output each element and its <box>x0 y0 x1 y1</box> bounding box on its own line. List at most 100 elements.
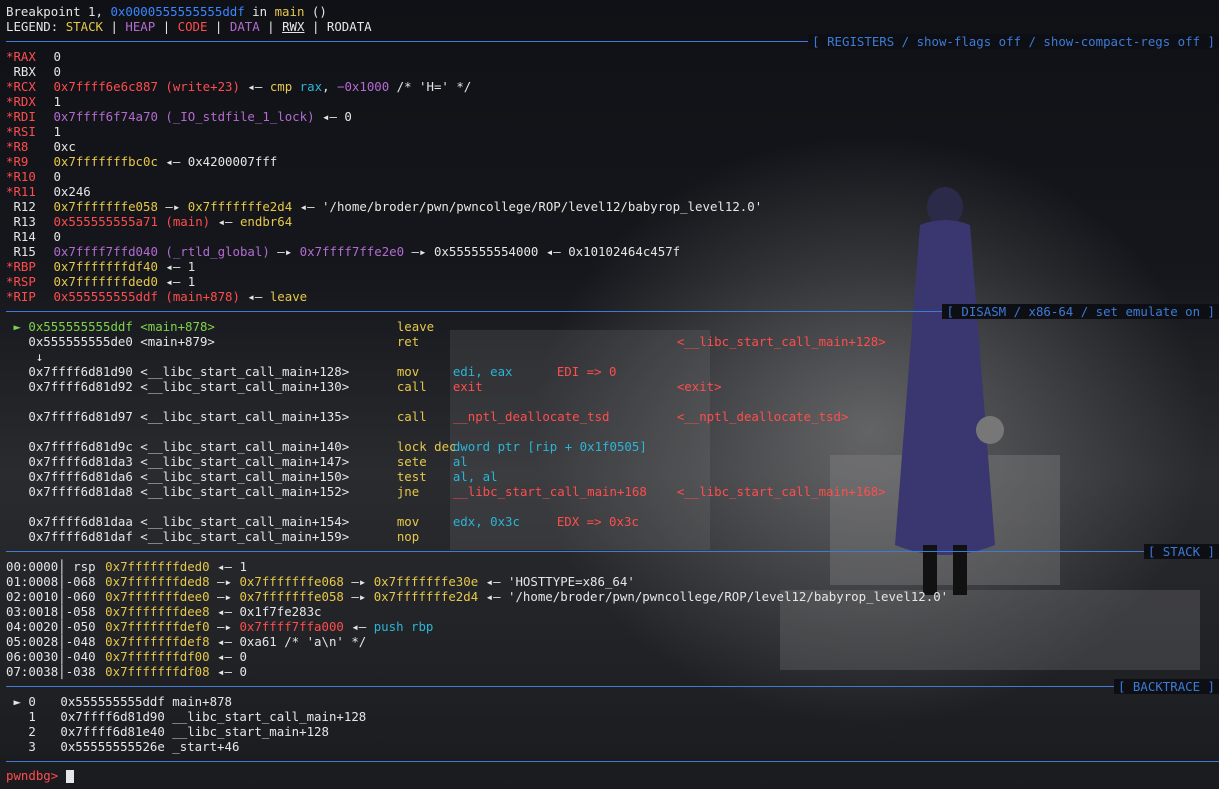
disasm-address: 0x7ffff6d81d92 <box>28 379 133 394</box>
register-name: RDI <box>13 109 36 124</box>
stack-offset: -050 <box>65 619 96 634</box>
deref-arrow: —▸ <box>209 619 240 634</box>
backtrace-section-header: [ BACKTRACE ] <box>1114 679 1219 694</box>
register-row-r12: R12 0x7fffffffe058 —▸ 0x7fffffffe2d4 ◂— '… <box>6 199 762 214</box>
deref-arrow: ◂— <box>292 199 323 214</box>
legend-heap: HEAP <box>125 19 156 34</box>
changed-marker: * <box>6 259 14 274</box>
disasm-gutter <box>6 409 28 424</box>
register-value: 0xc <box>53 139 76 154</box>
stack-divider: │ <box>58 619 66 634</box>
frame-symbol: _start+46 <box>172 739 240 754</box>
disasm-operands: dword ptr [rip + 0x1f0505] <box>452 439 647 454</box>
deref-arrow: ◂— <box>210 214 240 229</box>
changed-marker: * <box>6 289 14 304</box>
disasm-gutter <box>6 484 28 499</box>
register-row-r13: R13 0x555555555a71 (main) ◂— endbr64 <box>6 214 292 229</box>
disasm-address: 0x7ffff6d81d9c <box>28 439 133 454</box>
frame-number: 0 <box>28 694 36 709</box>
register-name: RSP <box>13 274 36 289</box>
frame-address: 0x7ffff6d81e40 <box>60 724 165 739</box>
disasm-annotation: <__nptl_deallocate_tsd> <box>676 409 849 424</box>
disasm-symbol: <__libc_start_call_main+152> <box>132 484 350 499</box>
register-name: R14 <box>13 229 36 244</box>
disasm-row: ► 0x555555555ddf <main+878> leave <box>6 319 453 334</box>
register-name: RBP <box>13 259 36 274</box>
deref-arrow: —▸ <box>157 199 188 214</box>
disasm-mnemonic: mov <box>396 514 420 529</box>
stack-index: 01:0008 <box>6 574 59 589</box>
command-prompt-line[interactable]: pwndbg> <box>6 768 74 783</box>
changed-marker: * <box>6 184 14 199</box>
disasm-annotation: <__libc_start_call_main+128> <box>676 334 886 349</box>
changed-marker: * <box>6 109 14 124</box>
disasm-symbol: <__libc_start_call_main+159> <box>132 529 350 544</box>
deref-arrow: —▸ <box>343 574 374 589</box>
stack-section-header: [ STACK ] <box>1143 544 1219 559</box>
stack-address: 0x7fffffffdee8 <box>105 604 210 619</box>
frame-address: 0x7ffff6d81d90 <box>60 709 165 724</box>
stack-index: 04:0020 <box>6 619 59 634</box>
legend-separator: | <box>103 19 126 34</box>
stack-row: 05:0028│-048 0x7fffffffdef8 ◂— 0xa61 /* … <box>6 634 366 649</box>
operand: rax <box>299 79 323 94</box>
stack-offset: -060 <box>65 589 96 604</box>
string-value: '/home/broder/pwn/pwncollege/ROP/level12… <box>322 199 763 214</box>
register-name: R9 <box>13 154 29 169</box>
register-row-r9: *R9 0x7fffffffbc0c ◂— 0x4200007fff <box>6 154 277 169</box>
disasm-symbol: <main+879> <box>132 334 215 349</box>
disasm-annotation: EDX => 0x3c <box>556 514 639 529</box>
disasm-row: ↓ <box>6 349 43 364</box>
legend-rodata: RODATA <box>326 19 372 34</box>
frame-number: 1 <box>28 709 36 724</box>
changed-marker <box>6 244 13 259</box>
bp-prefix: Breakpoint 1, <box>6 4 111 19</box>
legend-code: CODE <box>177 19 208 34</box>
backtrace-frame: ► 0 0x555555555ddf main+878 <box>6 694 232 709</box>
disasm-mnemonic: lock dec <box>396 439 457 454</box>
deref-arrow: —▸ <box>343 589 374 604</box>
register-name: R15 <box>13 244 36 259</box>
changed-marker <box>6 214 13 229</box>
changed-marker: * <box>6 124 14 139</box>
disasm-mnemonic: sete <box>396 454 427 469</box>
register-name: RCX <box>13 79 36 94</box>
legend-label: LEGEND: <box>6 19 66 34</box>
disasm-gutter <box>6 439 28 454</box>
pwndbg-terminal: Breakpoint 1, 0x0000555555555ddf in main… <box>0 0 1219 789</box>
stack-address: 0x7fffffffdf08 <box>105 664 210 679</box>
deref-value: 0x7ffff7ffe2e0 <box>299 244 405 259</box>
stack-value: 0 <box>239 649 247 664</box>
stack-value: 1 <box>239 559 247 574</box>
disasm-symbol: <__libc_start_call_main+135> <box>132 409 350 424</box>
stack-divider: │ <box>58 559 66 574</box>
register-value: 0 <box>53 64 61 79</box>
operand: −0x1000 <box>336 79 390 94</box>
legend-data: DATA <box>229 19 260 34</box>
register-name: R10 <box>13 169 36 184</box>
disasm-operands: al, al <box>452 469 498 484</box>
text-cursor[interactable] <box>65 770 74 783</box>
current-frame-marker: ► <box>6 694 29 709</box>
disasm-address: 0x7ffff6d81da3 <box>28 454 133 469</box>
disasm-row: 0x555555555de0 <main+879> ret <__libc_star… <box>6 334 886 349</box>
disasm-symbol: <__libc_start_call_main+150> <box>132 469 350 484</box>
register-value: 0x7ffff6f74a70 (_IO_stdfile_1_lock) <box>53 109 315 124</box>
disasm-symbol: <__libc_start_call_main+128> <box>132 364 350 379</box>
bp-in: in <box>244 4 275 19</box>
stack-row: 03:0018│-058 0x7fffffffdee8 ◂— 0x1f7fe28… <box>6 604 322 619</box>
disasm-address: 0x7ffff6d81da6 <box>28 469 133 484</box>
register-value: 1 <box>53 94 61 109</box>
stack-divider: │ <box>58 664 66 679</box>
disasm-operands: __libc_start_call_main+168 <box>452 484 647 499</box>
deref-value: 0x10102464c457f <box>568 244 681 259</box>
legend-separator: | <box>207 19 230 34</box>
stack-value: 0xa61 /* 'a\n' */ <box>239 634 367 649</box>
frame-symbol: __libc_start_call_main+128 <box>172 709 367 724</box>
changed-marker: * <box>6 94 14 109</box>
frame-gutter <box>6 709 28 724</box>
stack-offset: -048 <box>65 634 96 649</box>
deref-arrow: ◂— <box>478 574 508 589</box>
register-name: R13 <box>13 214 36 229</box>
